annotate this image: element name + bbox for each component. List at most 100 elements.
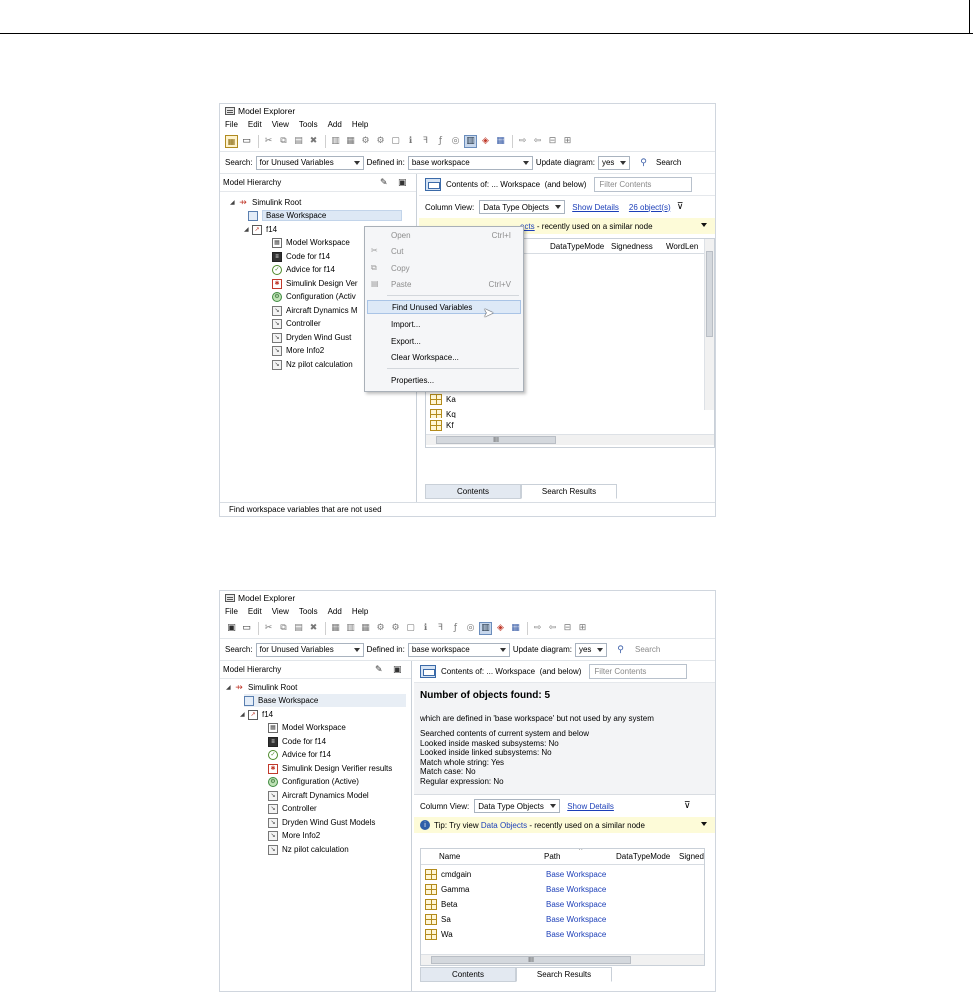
menu-view[interactable]: View xyxy=(272,607,289,616)
tree-node-code[interactable]: ≡ Code for f14 xyxy=(268,735,326,748)
expand-triangle-icon[interactable]: ◢ xyxy=(226,684,234,691)
column-header-path[interactable]: Path xyxy=(544,852,560,861)
add-signal-icon[interactable]: ⚙ xyxy=(374,622,387,635)
add-data-icon[interactable]: ▢ xyxy=(404,622,417,635)
tree-node-design-verifier[interactable]: ✱ Simulink Design Ver xyxy=(272,277,358,290)
workspace-icon[interactable]: ▦ xyxy=(509,622,522,635)
scrollbar-thumb[interactable]: III xyxy=(436,436,556,444)
import-icon[interactable]: ⇦ xyxy=(531,135,544,148)
add-config-icon[interactable]: ⚙ xyxy=(389,622,402,635)
tree-node-configuration[interactable]: ⚙ Configuration (Active) xyxy=(268,775,359,788)
compare-icon[interactable]: ⊟ xyxy=(561,622,574,635)
variable-path-link[interactable]: Base Workspace xyxy=(546,915,606,924)
column-header-wordlen[interactable]: WordLen xyxy=(666,242,698,251)
tab-search-results[interactable]: Search Results xyxy=(516,967,612,982)
paste-icon[interactable]: ▤ xyxy=(292,135,305,148)
tree-node-base-workspace[interactable]: Base Workspace xyxy=(248,209,402,222)
tree-node-more-info[interactable]: ↘ More Info2 xyxy=(272,344,324,357)
chevron-down-icon[interactable] xyxy=(701,223,707,227)
tree-node-model-workspace[interactable]: ▦ Model Workspace xyxy=(272,236,350,249)
delete-icon[interactable]: ✖ xyxy=(307,622,320,635)
fx-icon[interactable]: ƒ xyxy=(434,135,447,148)
tree-node-controller[interactable]: ↘ Controller xyxy=(268,802,317,815)
menu-view[interactable]: View xyxy=(272,120,289,129)
expand-triangle-icon[interactable]: ◢ xyxy=(240,711,248,718)
horizontal-scrollbar[interactable]: III xyxy=(426,434,714,445)
paste-icon[interactable]: ▤ xyxy=(292,622,305,635)
chevron-down-icon[interactable] xyxy=(701,822,707,826)
add-function-icon[interactable]: ꟻ xyxy=(419,135,432,148)
delete-icon[interactable]: ✖ xyxy=(307,135,320,148)
workspace-view-icon[interactable]: ▣ xyxy=(398,178,409,188)
model-advisor-icon[interactable]: ◈ xyxy=(494,622,507,635)
add-data-icon[interactable]: ▢ xyxy=(389,135,402,148)
scrollbar-thumb[interactable]: III xyxy=(431,956,631,964)
column-header-name[interactable]: Name xyxy=(439,852,460,861)
menu-tools[interactable]: Tools xyxy=(299,120,318,129)
menu-item-import[interactable]: Import... xyxy=(365,317,523,331)
target-icon[interactable]: ◎ xyxy=(464,622,477,635)
vertical-scrollbar[interactable] xyxy=(704,239,714,410)
copy-icon[interactable]: ⧉ xyxy=(277,135,290,148)
search-type-select[interactable]: for Unused Variables xyxy=(255,642,364,657)
open-folder-icon[interactable]: ▭ xyxy=(240,135,253,148)
column-view-select[interactable]: Data Type Objects xyxy=(474,799,561,813)
add-variable-icon[interactable]: ▦ xyxy=(329,622,342,635)
add-parameter-icon[interactable]: ▦ xyxy=(344,135,357,148)
table-row[interactable]: cmdgain Base Workspace xyxy=(421,867,606,882)
copy-icon[interactable]: ⧉ xyxy=(277,622,290,635)
tree-node-controller[interactable]: ↘ Controller xyxy=(272,317,321,330)
report-icon[interactable]: ⊞ xyxy=(576,622,589,635)
tree-node-dryden[interactable]: ↘ Dryden Wind Gust Models xyxy=(268,816,375,829)
tree-node-nz-pilot[interactable]: ↘ Nz pilot calculation xyxy=(272,358,353,371)
update-diagram-select[interactable]: yes xyxy=(597,155,630,170)
menu-help[interactable]: Help xyxy=(352,120,368,129)
column-view-icon[interactable]: ▥ xyxy=(479,621,492,635)
export-icon[interactable]: ⇨ xyxy=(516,135,529,148)
column-view-icon[interactable]: ▥ xyxy=(464,134,477,148)
menu-help[interactable]: Help xyxy=(352,607,368,616)
menu-item-find-unused-variables[interactable]: Find Unused Variables xyxy=(367,300,521,314)
search-button[interactable]: Search xyxy=(656,158,681,167)
variable-path-link[interactable]: Base Workspace xyxy=(546,930,606,939)
menu-edit[interactable]: Edit xyxy=(248,120,262,129)
table-row[interactable]: Kf xyxy=(426,418,454,433)
variable-path-link[interactable]: Base Workspace xyxy=(546,900,606,909)
search-type-select[interactable]: for Unused Variables xyxy=(255,155,364,170)
tree-node-configuration[interactable]: ⚙ Configuration (Activ xyxy=(272,290,356,303)
add-state-icon[interactable]: ℹ xyxy=(404,135,417,148)
tree-node-simulink-root[interactable]: ◢ ⇸ Simulink Root xyxy=(226,681,297,694)
tree-node-model-workspace[interactable]: ▦ Model Workspace xyxy=(268,721,346,734)
tree-node-aircraft-dynamics[interactable]: ↘ Aircraft Dynamics Model xyxy=(268,789,369,802)
import-icon[interactable]: ⇦ xyxy=(546,622,559,635)
tree-node-nz-pilot[interactable]: ↘ Nz pilot calculation xyxy=(268,843,349,856)
expand-triangle-icon[interactable]: ◢ xyxy=(244,226,252,233)
add-parameter-icon[interactable]: ▦ xyxy=(359,622,372,635)
menu-file[interactable]: File xyxy=(225,120,238,129)
object-count-link[interactable]: 26 object(s) xyxy=(629,203,671,212)
menu-item-clear-workspace[interactable]: Clear Workspace... xyxy=(365,350,523,364)
target-icon[interactable]: ◎ xyxy=(449,135,462,148)
column-header-signedness[interactable]: Signedness xyxy=(611,242,653,251)
tree-node-simulink-root[interactable]: ◢ ⇸ Simulink Root xyxy=(230,196,301,209)
new-model-icon[interactable]: ▣ xyxy=(225,622,238,635)
defined-in-select[interactable]: base workspace xyxy=(407,642,510,657)
add-variable-icon[interactable]: ▦ xyxy=(225,134,238,148)
menu-item-paste[interactable]: ▤ Paste Ctrl+V xyxy=(365,277,523,291)
filter-contents-input[interactable]: Filter Contents xyxy=(589,664,688,679)
column-header-datatypemode[interactable]: DataTypeMode xyxy=(550,242,604,251)
search-button[interactable]: Search xyxy=(635,645,660,654)
open-folder-icon[interactable]: ▭ xyxy=(240,622,253,635)
tab-contents[interactable]: Contents xyxy=(420,967,516,982)
column-header-datatypemode[interactable]: DataTypeMode xyxy=(616,852,670,861)
edit-pencil-icon[interactable]: ✎ xyxy=(375,665,386,675)
update-diagram-select[interactable]: yes xyxy=(574,642,607,657)
tree-node-design-verifier[interactable]: ✱ Simulink Design Verifier results xyxy=(268,762,392,775)
cut-icon[interactable]: ✂ xyxy=(262,135,275,148)
tree-node-f14[interactable]: ◢ ↗ f14 xyxy=(240,708,273,721)
tree-node-base-workspace[interactable]: Base Workspace xyxy=(244,694,406,707)
tab-search-results[interactable]: Search Results xyxy=(521,484,617,499)
menu-add[interactable]: Add xyxy=(328,120,342,129)
menu-item-cut[interactable]: ✂ Cut xyxy=(365,244,523,258)
workspace-icon[interactable]: ▦ xyxy=(494,135,507,148)
